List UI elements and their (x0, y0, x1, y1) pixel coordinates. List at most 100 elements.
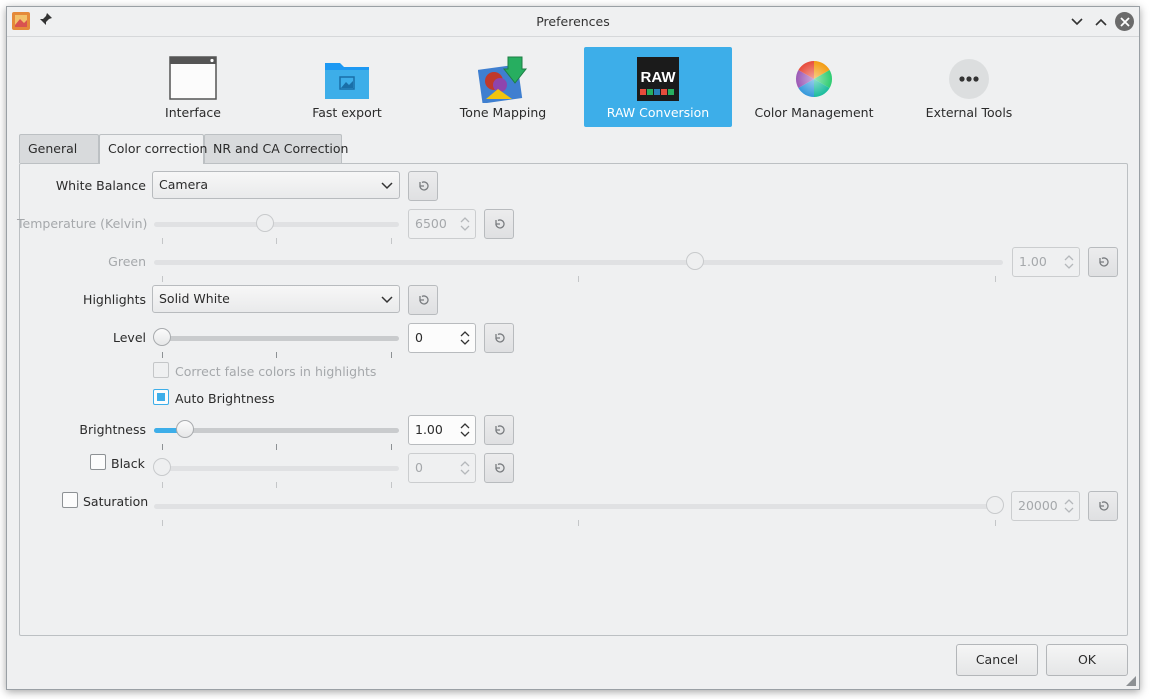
level-spinbox[interactable]: 0 (408, 323, 476, 353)
close-button[interactable] (1115, 12, 1134, 31)
page-selector: Interface Fast export Tone Mapping RAW R… (119, 47, 1039, 127)
white-balance-reset-button[interactable] (408, 171, 438, 201)
brightness-reset-button[interactable] (484, 415, 514, 445)
undo-icon (495, 463, 505, 473)
slider-groove (154, 504, 1003, 509)
chevron-down-icon (381, 182, 393, 190)
spin-arrows-icon (460, 217, 470, 231)
slider-handle[interactable] (153, 328, 171, 346)
auto-brightness-checkbox[interactable] (153, 389, 169, 405)
highlights-reset-button[interactable] (408, 285, 438, 315)
page-label: Color Management (754, 105, 874, 120)
slider-groove (154, 336, 399, 341)
tab-nr-ca-correction[interactable]: NR and CA Correction (204, 134, 348, 163)
saturation-reset-button[interactable] (1088, 491, 1118, 521)
slider-tick (162, 276, 163, 282)
image-folder-icon (322, 55, 372, 103)
page-interface[interactable]: Interface (119, 47, 267, 127)
tab-general[interactable]: General (19, 134, 99, 163)
spin-arrows-icon (460, 331, 470, 345)
slider-groove (154, 260, 1003, 265)
black-reset-button[interactable] (484, 453, 514, 483)
minimize-button[interactable] (1067, 12, 1087, 32)
slider-tick (578, 520, 579, 526)
slider-tick (578, 276, 579, 282)
page-raw-conversion[interactable]: RAW RAW Conversion (584, 47, 732, 127)
saturation-value: 20000 (1018, 498, 1058, 513)
temperature-reset-button[interactable] (484, 209, 514, 239)
saturation-spinbox[interactable]: 20000 (1011, 491, 1080, 521)
level-value: 0 (415, 330, 423, 345)
saturation-slider[interactable] (154, 496, 1004, 526)
undo-icon (1099, 257, 1109, 267)
undo-icon (419, 181, 429, 191)
green-slider[interactable] (154, 252, 1003, 282)
green-reset-button[interactable] (1088, 247, 1118, 277)
black-label: Black (111, 456, 145, 471)
black-slider[interactable] (153, 458, 399, 488)
level-reset-button[interactable] (484, 323, 514, 353)
slider-tick (995, 520, 996, 526)
saturation-checkbox[interactable] (62, 492, 78, 508)
slider-tick (391, 238, 392, 244)
title-bar: Preferences (7, 7, 1139, 37)
page-tone-mapping[interactable]: Tone Mapping (429, 47, 577, 127)
page-label: Tone Mapping (459, 105, 547, 120)
resize-grip-icon[interactable] (1125, 675, 1137, 687)
slider-tick (391, 482, 392, 488)
spin-arrows-icon (1064, 255, 1074, 269)
slider-handle[interactable] (986, 496, 1004, 514)
brightness-value: 1.00 (415, 422, 443, 437)
spin-arrows-icon (460, 461, 470, 475)
slider-groove (154, 222, 399, 227)
highlights-combo[interactable]: Solid White (152, 285, 400, 313)
page-external-tools[interactable]: External Tools (895, 47, 1043, 127)
slider-handle[interactable] (153, 458, 171, 476)
undo-icon (419, 295, 429, 305)
cancel-button[interactable]: Cancel (956, 644, 1038, 676)
undo-icon (495, 219, 505, 229)
chevron-down-icon (1071, 18, 1083, 26)
slider-tick (162, 520, 163, 526)
slider-tick (162, 482, 163, 488)
correct-false-colors-checkbox[interactable] (153, 362, 169, 378)
black-spinbox[interactable]: 0 (408, 453, 476, 483)
highlights-label: Highlights (83, 292, 146, 307)
slider-handle[interactable] (686, 252, 705, 270)
saturation-label: Saturation (83, 494, 149, 509)
spin-arrows-icon (460, 423, 470, 437)
brightness-slider[interactable] (154, 420, 399, 450)
slider-tick (276, 444, 277, 450)
white-balance-value: Camera (159, 177, 209, 192)
slider-handle[interactable] (175, 420, 194, 438)
svg-text:RAW: RAW (641, 69, 677, 86)
tab-color-correction[interactable]: Color correction (99, 134, 207, 164)
spin-arrows-icon (1064, 499, 1074, 513)
temperature-label: Temperature (Kelvin) (17, 216, 148, 231)
slider-handle[interactable] (256, 214, 275, 232)
green-value: 1.00 (1019, 254, 1047, 269)
green-spinbox[interactable]: 1.00 (1012, 247, 1080, 277)
undo-icon (495, 425, 505, 435)
level-slider[interactable] (153, 328, 399, 358)
green-label: Green (108, 254, 146, 269)
brightness-spinbox[interactable]: 1.00 (408, 415, 476, 445)
page-label: Interface (165, 105, 221, 120)
color-wheel-icon (789, 55, 839, 103)
page-fast-export[interactable]: Fast export (273, 47, 421, 127)
slider-tick (391, 352, 392, 358)
chevron-up-icon (1095, 18, 1107, 26)
slider-tick (162, 238, 163, 244)
black-checkbox[interactable] (90, 454, 106, 470)
chevron-down-icon (381, 296, 393, 304)
ok-button[interactable]: OK (1046, 644, 1128, 676)
close-icon (1119, 16, 1130, 27)
page-color-management[interactable]: Color Management (740, 47, 888, 127)
slider-tick (276, 482, 277, 488)
slider-groove (154, 466, 399, 471)
temperature-slider[interactable] (154, 214, 399, 244)
maximize-button[interactable] (1091, 12, 1111, 32)
temperature-spinbox[interactable]: 6500 (408, 209, 476, 239)
slider-tick (995, 276, 996, 282)
white-balance-combo[interactable]: Camera (152, 171, 400, 199)
